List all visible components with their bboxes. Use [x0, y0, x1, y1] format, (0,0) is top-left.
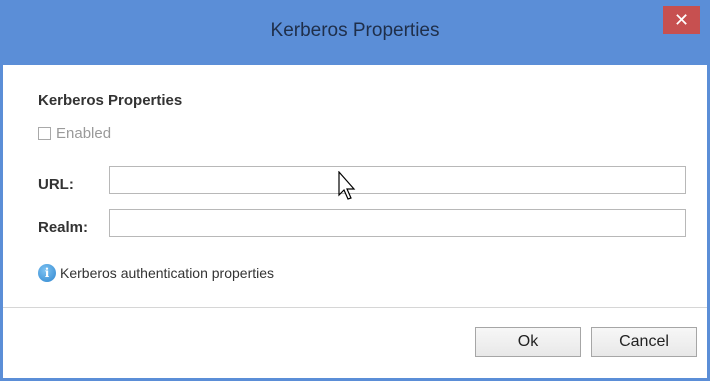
close-button[interactable]: ✕ — [663, 6, 700, 34]
enabled-checkbox[interactable] — [38, 127, 51, 140]
dialog-titlebar[interactable]: Kerberos Properties ✕ — [3, 3, 707, 65]
dialog-title: Kerberos Properties — [270, 20, 440, 41]
realm-input[interactable] — [109, 209, 686, 237]
info-icon: i — [38, 264, 56, 282]
close-icon: ✕ — [673, 9, 690, 30]
info-row: i Kerberos authentication properties — [38, 264, 274, 282]
dialog-body: Kerberos Properties Enabled URL: Realm: … — [3, 65, 707, 378]
info-text: Kerberos authentication properties — [60, 265, 275, 281]
footer-divider — [3, 307, 707, 308]
enabled-checkbox-row[interactable]: Enabled — [38, 125, 111, 142]
enabled-label: Enabled — [56, 125, 112, 142]
url-input[interactable] — [109, 166, 686, 194]
mouse-pointer-icon — [338, 171, 356, 200]
ok-button[interactable]: Ok — [475, 327, 581, 357]
realm-label: Realm: — [38, 219, 89, 236]
section-title: Kerberos Properties — [38, 92, 183, 109]
url-label: URL: — [38, 176, 74, 193]
cancel-button[interactable]: Cancel — [591, 327, 697, 357]
